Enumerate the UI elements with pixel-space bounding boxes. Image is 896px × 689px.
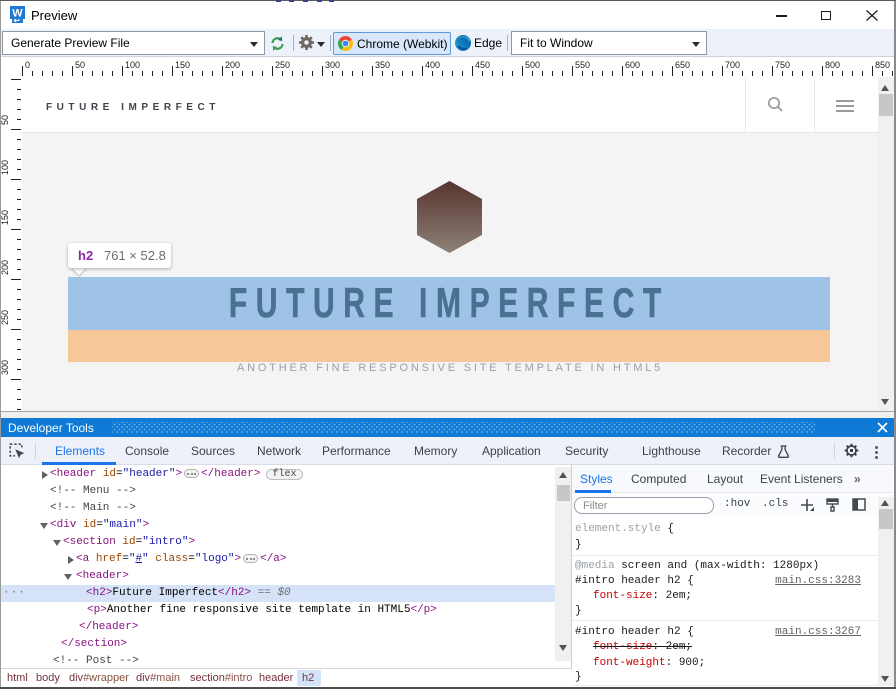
svg-text:W: W xyxy=(12,8,23,20)
